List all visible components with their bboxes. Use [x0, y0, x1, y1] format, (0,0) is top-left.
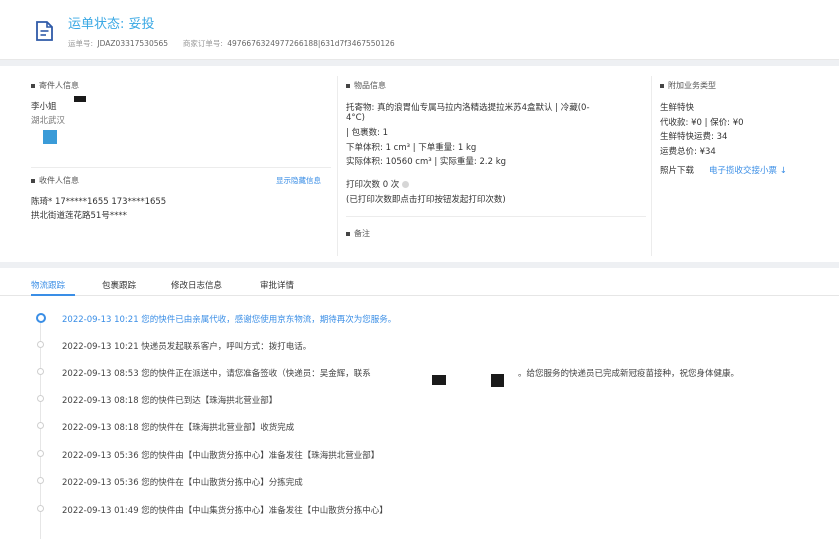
timeline-entry: 2022-09-13 10:21 您的快件已由亲属代收，感谢您使用京东物流，期待… [62, 315, 397, 325]
shipment-info-panel: 寄件人信息 李小姐 湖北武汉 收件人信息 显示隐藏信息 陈琦* 17*****1… [0, 66, 839, 262]
fresh-express: 生鲜特快 [660, 103, 695, 113]
receiver-address: 拱北街道莲花路51号**** [31, 211, 127, 221]
timeline-dot [37, 450, 44, 457]
cod-insurance: 代收款: ¥0 | 保价: ¥0 [660, 118, 744, 128]
print-count: 打印次数 0 次 [346, 178, 410, 190]
timeline-entry: 2022-09-13 05:36 您的快件在【中山散货分拣中心】分拣完成 [62, 478, 303, 488]
fresh-express-fee: 生鲜特快运费: 34 [660, 132, 728, 142]
document-icon [36, 21, 53, 41]
merchant-order-no: 497667632497726618​8|631d7f3467550126 [227, 39, 395, 48]
redaction-mark [491, 374, 504, 387]
timeline-entry: 2022-09-13 08:53 您的快件正在派送中，请您准备签收（快递员：吴金… [62, 369, 371, 379]
print-count-note: (已打印次数即点击打印按钮发起打印次数) [346, 195, 506, 205]
goods-item-line2: 4°C) [346, 113, 365, 123]
sender-section-title: 寄件人信息 [31, 80, 79, 91]
waybill-no-label: 运单号: [68, 39, 94, 48]
timeline-dot [37, 341, 44, 348]
timeline-entry: 2022-09-13 08:18 您的快件已到达【珠海拱北营业部】 [62, 396, 278, 406]
remark-section-title: 备注 [346, 228, 370, 239]
redaction-mark [432, 375, 446, 385]
total-fee: 运费总价: ¥34 [660, 147, 716, 157]
tab-logistics-tracking[interactable]: 物流跟踪 [31, 279, 65, 291]
actual-volume-weight: 实际体积: 10560 cm³ | 实际重量: 2.2 kg [346, 157, 507, 167]
timeline-entry: 2022-09-13 08:18 您的快件在【珠海拱北营业部】收货完成 [62, 423, 295, 433]
print-count-text: 打印次数 0 次 [346, 180, 400, 190]
merchant-order-label: 商家订单号: [182, 39, 223, 48]
timeline-entry: 2022-09-13 05:36 您的快件由【中山散货分拣中心】准备发往【珠海拱… [62, 451, 380, 461]
tracking-panel: 物流跟踪 包裹跟踪 修改日志信息 审批详情 2022-09-13 10:21 您… [0, 268, 839, 539]
timeline-dot [36, 313, 46, 323]
photo-download-label: 照片下载 [660, 166, 695, 176]
receiver-name-phone: 陈琦* 17*****1655 173****1655 [31, 197, 167, 207]
sender-address: 湖北武汉 [31, 116, 66, 126]
package-count: | 包裹数: 1 [346, 128, 389, 138]
waybill-header: 运单状态: 妥投 运单号: JDAZ03317530565 商家订单号: 497… [0, 0, 839, 60]
redaction-mark [74, 96, 86, 102]
timeline-dot [37, 477, 44, 484]
waybill-status-title: 运单状态: 妥投 [68, 17, 155, 32]
timeline-dot [37, 505, 44, 512]
goods-section-title: 物品信息 [346, 80, 386, 91]
timeline-dot [37, 368, 44, 375]
tab-change-log[interactable]: 修改日志信息 [171, 279, 222, 291]
show-hidden-info-link[interactable]: 显示隐藏信息 [276, 175, 321, 186]
timeline-entry: 2022-09-13 01:49 您的快件由【中山集货分拣中心】准备发往【中山散… [62, 506, 388, 516]
active-tab-indicator [31, 294, 75, 296]
receiver-section-title: 收件人信息 [31, 175, 79, 186]
timeline-dot [37, 395, 44, 402]
goods-item-line1: 托寄物: 真的浪胃仙专属马拉内洛精选提拉米苏4盒默认 | 冷藏(0- [346, 103, 590, 113]
order-meta: 运单号: JDAZ03317530565 商家订单号: 497667632497… [68, 38, 395, 49]
order-volume-weight: 下单体积: 1 cm³ | 下单重量: 1 kg [346, 143, 477, 153]
tab-approval-details[interactable]: 审批详情 [260, 279, 294, 291]
sender-name: 李小姐 [31, 102, 57, 112]
info-icon[interactable] [402, 181, 410, 188]
tab-package-tracking[interactable]: 包裹跟踪 [102, 279, 136, 291]
tracking-tabs: 物流跟踪 包裹跟踪 修改日志信息 审批详情 [0, 268, 839, 296]
redaction-mark-blue [43, 130, 57, 144]
receipt-download-link[interactable]: 电子揽收交接小票 ↓ [709, 164, 787, 176]
timeline-dot [37, 422, 44, 429]
timeline-entry-tail: 。给您服务的快递员已完成新冠疫苗接种，祝您身体健康。 [518, 369, 740, 379]
timeline-entry: 2022-09-13 10:21 快递员发起联系客户，呼叫方式：拨打电话。 [62, 342, 312, 352]
waybill-no: JDAZ03317530565 [97, 39, 169, 48]
extra-service-title: 附加业务类型 [660, 80, 716, 91]
